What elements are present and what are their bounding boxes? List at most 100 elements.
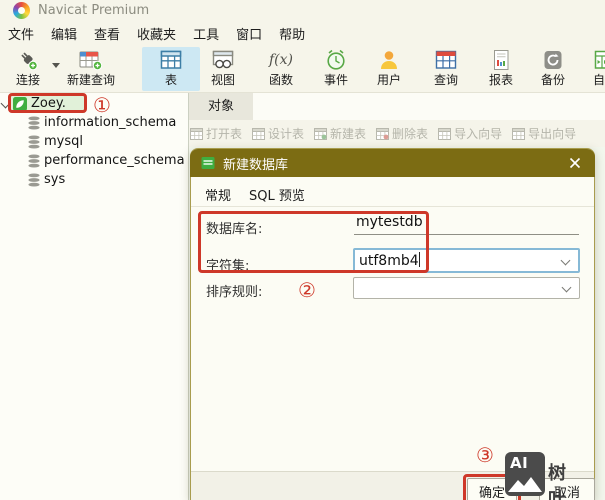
events-label: 事件 <box>323 73 348 87</box>
title-bar: Navicat Premium <box>0 0 605 22</box>
chevron-down-icon[interactable] <box>561 282 572 293</box>
query-icon <box>421 47 471 73</box>
users-button[interactable]: 用户 <box>364 47 414 91</box>
new-database-dialog: 新建数据库 常规 SQL 预览 数据库名: mytestdb 字符集: utf8… <box>190 148 595 500</box>
annotation-number-1: ① <box>93 93 111 117</box>
autorun-label: 自动 <box>592 73 605 87</box>
export-wizard-button[interactable]: 导出向导 <box>512 125 576 142</box>
collation-combobox[interactable] <box>353 277 580 299</box>
table-icon <box>142 47 200 73</box>
open-table-button[interactable]: 打开表 <box>190 125 242 142</box>
annotation-number-3: ③ <box>476 443 494 467</box>
connection-label: 连接 <box>15 73 40 87</box>
database-name: sys <box>44 172 66 187</box>
navicat-logo-icon <box>13 2 30 19</box>
connection-tree: Zoey. information_schema mysql performan… <box>0 93 188 500</box>
users-label: 用户 <box>376 73 401 87</box>
menu-bar: 文件 编辑 查看 收藏夹 工具 窗口 帮助 <box>0 22 605 45</box>
charset-combobox[interactable]: utf8mb4 <box>353 248 580 273</box>
views-button[interactable]: 视图 <box>198 47 248 91</box>
charset-label: 字符集: <box>206 259 250 274</box>
main-toolbar: 连接 新建查询 表 视图 f(x) 函数 事件 用户 查询 报表 备份 自 <box>0 45 605 93</box>
new-table-icon <box>314 127 328 140</box>
tree-expand-chevron-icon[interactable] <box>0 98 11 109</box>
tab-objects[interactable]: 对象 <box>189 93 253 120</box>
menu-item-tools[interactable]: 工具 <box>191 23 221 44</box>
dialog-tab-general[interactable]: 常规 <box>205 185 231 204</box>
import-wizard-button[interactable]: 导入向导 <box>438 125 502 142</box>
database-icon <box>27 154 41 172</box>
text-cursor <box>418 252 421 267</box>
tab-bar-empty-space <box>253 93 605 120</box>
reports-label: 报表 <box>488 73 513 87</box>
open-table-icon <box>190 127 203 140</box>
database-icon <box>27 173 41 191</box>
dialog-tab-sql-preview[interactable]: SQL 预览 <box>249 185 305 204</box>
user-icon <box>364 47 414 73</box>
query-label: 查询 <box>433 73 458 87</box>
tree-item-performance-schema[interactable]: performance_schema <box>0 152 188 171</box>
database-name-input[interactable]: mytestdb <box>354 211 579 235</box>
navicat-window: Navicat Premium 文件 编辑 查看 收藏夹 工具 窗口 帮助 连接… <box>0 0 605 500</box>
autorun-button[interactable]: 自动 <box>580 47 605 91</box>
tree-item-mysql[interactable]: mysql <box>0 133 188 152</box>
menu-item-favorites[interactable]: 收藏夹 <box>135 23 178 44</box>
watermark-ai-logo: AI <box>505 452 545 496</box>
database-name: performance_schema <box>44 153 185 168</box>
menu-item-window[interactable]: 窗口 <box>234 23 264 44</box>
autorun-icon <box>580 47 605 73</box>
charset-value: utf8mb4 <box>359 253 419 269</box>
query-button[interactable]: 查询 <box>421 47 471 91</box>
backup-label: 备份 <box>540 73 565 87</box>
backup-icon <box>528 47 578 73</box>
backup-button[interactable]: 备份 <box>528 47 578 91</box>
functions-button[interactable]: f(x) 函数 <box>256 47 306 91</box>
report-icon <box>476 47 526 73</box>
new-query-icon <box>58 47 124 73</box>
functions-label: 函数 <box>268 73 293 87</box>
design-table-icon <box>252 127 266 140</box>
database-icon <box>27 135 41 153</box>
object-tab-bar: 对象 <box>189 93 605 120</box>
window-title: Navicat Premium <box>38 3 150 18</box>
tables-label: 表 <box>164 73 177 87</box>
dialog-title-bar: 新建数据库 <box>190 149 595 177</box>
new-query-button[interactable]: 新建查询 <box>58 47 124 91</box>
design-table-button[interactable]: 设计表 <box>252 125 304 142</box>
dialog-tabs: 常规 SQL 预览 <box>205 185 305 204</box>
dialog-tab-divider <box>191 206 594 207</box>
views-label: 视图 <box>210 73 235 87</box>
menu-item-view[interactable]: 查看 <box>92 23 122 44</box>
watermark-logo-text: AI <box>510 454 529 472</box>
view-icon <box>198 47 248 73</box>
connection-button[interactable]: 连接 <box>0 47 56 91</box>
menu-item-file[interactable]: 文件 <box>6 23 36 44</box>
import-wizard-icon <box>438 127 452 140</box>
annotation-number-2: ② <box>298 278 316 302</box>
table-actions-toolbar: 打开表 设计表 新建表 删除表 导入向导 导出向导 <box>189 120 605 147</box>
new-table-button[interactable]: 新建表 <box>314 125 366 142</box>
new-query-label: 新建查询 <box>66 73 115 87</box>
connection-icon <box>0 47 56 73</box>
collation-label: 排序规则: <box>206 285 263 300</box>
menu-item-help[interactable]: 帮助 <box>277 23 307 44</box>
chevron-down-icon[interactable] <box>560 255 571 266</box>
mountain-image-icon <box>508 477 542 492</box>
menu-item-edit[interactable]: 编辑 <box>49 23 79 44</box>
delete-table-button[interactable]: 删除表 <box>376 125 428 142</box>
dialog-close-button[interactable] <box>565 154 585 172</box>
tree-item-sys[interactable]: sys <box>0 171 188 190</box>
database-name: information_schema <box>44 115 177 130</box>
database-name-label: 数据库名: <box>206 222 263 237</box>
export-wizard-icon <box>512 127 526 140</box>
new-database-icon <box>201 156 215 170</box>
tables-button[interactable]: 表 <box>142 47 200 91</box>
database-icon <box>27 116 41 134</box>
delete-table-icon <box>376 127 390 140</box>
database-name: mysql <box>44 134 83 149</box>
function-icon: f(x) <box>268 52 293 68</box>
watermark-brand-text: 树叶云 <box>548 463 566 500</box>
reports-button[interactable]: 报表 <box>476 47 526 91</box>
events-button[interactable]: 事件 <box>311 47 361 91</box>
event-clock-icon <box>311 47 361 73</box>
